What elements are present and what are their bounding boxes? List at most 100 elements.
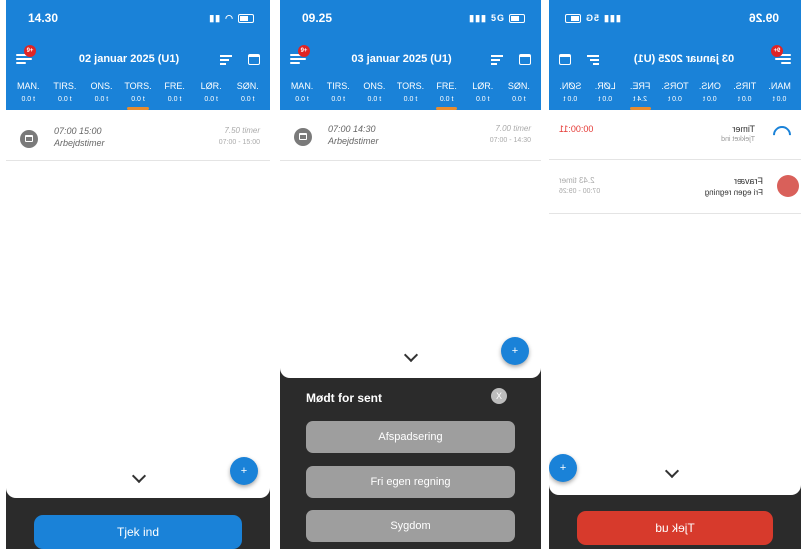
absence-type: Fri egen regning: [704, 188, 763, 197]
day-tab-sun[interactable]: SØN. 0.0 t: [229, 80, 266, 110]
day-tab-mon[interactable]: MAN. 0.0 t: [10, 80, 47, 110]
clock: 09.25: [302, 11, 333, 25]
absence-entry[interactable]: Fravær Fri egen regning 2.43 timer 07:00…: [549, 159, 801, 214]
calendar-entry-icon: [20, 130, 38, 148]
filter-icon[interactable]: [220, 54, 232, 65]
header: 09.26 ▮▮▮ 5G 9+ 03 januar 2025 (U1) MAN. 0…: [549, 0, 801, 110]
notification-badge: 9+: [24, 45, 36, 57]
day-tab-thu[interactable]: TORS. 0.0 t: [658, 80, 693, 110]
day-tab-fri[interactable]: FRE. 0.0 t: [156, 80, 193, 110]
status-icons: ▮▮▮ 5G: [565, 13, 621, 24]
entry-time: 07:00 15:00: [54, 126, 102, 136]
menu-icon[interactable]: 9+: [16, 45, 36, 66]
option-fri-egen-regning[interactable]: Fri egen regning: [306, 466, 515, 498]
check-out-button[interactable]: Tjek ud: [577, 511, 773, 545]
status-bar: 14.30 ▮▮ ◠: [28, 10, 254, 26]
phone-screen-3: 09.26 ▮▮▮ 5G 9+ 03 januar 2025 (U1) MAN. 0…: [549, 0, 801, 549]
network-label: 5G: [585, 13, 600, 23]
date-title[interactable]: 02 januar 2025 (U1): [38, 53, 220, 65]
shift-entry[interactable]: 07:00 15:00 Arbejdstimer 7.50 timer 07:0…: [6, 114, 270, 161]
wifi-icon: ◠: [225, 12, 234, 23]
absence-label: Fravær: [734, 176, 763, 186]
week-day-tabs: MAN. 0.0 t TIRS. 0.0 t ONS. 0.0 t TORS. 0.0 …: [553, 80, 797, 110]
timer-icon: [769, 122, 795, 148]
mirrored-view: 09.26 ▮▮▮ 5G 9+ 03 januar 2025 (U1) MAN. 0…: [549, 0, 801, 549]
clock: 14.30: [28, 11, 59, 25]
day-tab-sat[interactable]: LØR. 0.0 t: [193, 80, 230, 110]
app-screen: 09.25 ▮▮▮ 5G 9+ 03 januar 2025 (U1) MAN. 0…: [280, 0, 541, 378]
day-tab-tue[interactable]: TIRS. 0.0 t: [47, 80, 84, 110]
day-tab-thu[interactable]: TORS. 0.0 t: [392, 80, 428, 110]
day-tab-tue[interactable]: TIRS. 0.0 t: [320, 80, 356, 110]
day-tab-wed[interactable]: ONS. 0.0 t: [356, 80, 392, 110]
entry-hours: 7.50 timer: [224, 126, 260, 135]
header-row: 9+ 02 januar 2025 (U1): [16, 45, 260, 70]
day-tab-sun[interactable]: SØN. 0.0 t: [501, 80, 537, 110]
date-title[interactable]: 03 januar 2025 (U1): [312, 53, 491, 65]
battery-icon: [509, 13, 525, 23]
status-bar: 09.25 ▮▮▮ 5G: [302, 10, 525, 26]
entry-range: 07:00 - 14:30: [489, 137, 531, 144]
day-tab-sat[interactable]: LØR. 0.0 t: [465, 80, 501, 110]
absence-icon: [777, 175, 799, 197]
absence-range: 07:00 - 09:26: [559, 188, 601, 195]
day-tab-mon[interactable]: MAN. 0.0 t: [284, 80, 320, 110]
status-bar: 09.26 ▮▮▮ 5G: [565, 10, 779, 26]
calendar-icon[interactable]: [519, 53, 531, 65]
signal-icon: ▮▮▮: [469, 12, 487, 23]
chevron-down-icon[interactable]: [131, 468, 147, 484]
day-tab-mon[interactable]: MAN. 0.0 t: [762, 80, 797, 110]
day-tab-fri[interactable]: FRE. 2.4 t: [623, 80, 658, 110]
header-row: 9+ 03 januar 2025 (U1): [290, 45, 531, 70]
option-sygdom[interactable]: Sygdom: [306, 510, 515, 542]
day-tab-sun[interactable]: SØN. 0.0 t: [553, 80, 588, 110]
entry-type: Arbejdstimer: [54, 138, 105, 148]
timer-entry[interactable]: Timer Tjekket ind 00:00:11: [549, 112, 801, 160]
battery-icon: [238, 13, 254, 23]
add-button[interactable]: +: [230, 457, 258, 485]
day-tab-wed[interactable]: ONS. 0.0 t: [83, 80, 120, 110]
shift-entry[interactable]: 07:00 14:30 Arbejdstimer 7.00 timer 07:0…: [280, 112, 541, 161]
filter-icon[interactable]: [491, 54, 503, 65]
signal-icon: ▮▮▮: [603, 12, 621, 23]
phone-screen-2: 09.25 ▮▮▮ 5G 9+ 03 januar 2025 (U1) MAN. 0…: [280, 0, 541, 549]
day-tab-fri[interactable]: FRE. 0.0 t: [429, 80, 465, 110]
battery-icon: [565, 13, 581, 23]
phone-screen-1: 14.30 ▮▮ ◠ 9+ 02 januar 2025 (U1) MAN. 0.0…: [6, 0, 270, 549]
chevron-down-icon[interactable]: [403, 347, 419, 363]
check-in-button[interactable]: Tjek ind: [34, 515, 242, 549]
option-afspadsering[interactable]: Afspadsering: [306, 421, 515, 453]
header: 09.25 ▮▮▮ 5G 9+ 03 januar 2025 (U1) MAN. 0…: [280, 0, 541, 110]
day-tab-thu[interactable]: TORS. 0.0 t: [120, 80, 157, 110]
week-day-tabs: MAN. 0.0 t TIRS. 0.0 t ONS. 0.0 t TORS. 0.0 …: [10, 80, 266, 110]
timer-status: Tjekket ind: [721, 136, 755, 143]
calendar-icon[interactable]: [248, 53, 260, 65]
calendar-entry-icon: [294, 128, 312, 146]
entry-time: 07:00 14:30: [328, 124, 376, 134]
add-button[interactable]: +: [549, 454, 577, 482]
entry-hours: 7.00 timer: [495, 124, 531, 133]
date-title[interactable]: 03 januar 2025 (U1): [599, 53, 769, 65]
signal-icon: ▮▮: [209, 12, 222, 23]
chevron-down-icon[interactable]: [664, 463, 680, 479]
day-tab-wed[interactable]: ONS. 0.0 t: [692, 80, 727, 110]
close-icon[interactable]: X: [491, 388, 507, 404]
notification-badge: 9+: [771, 45, 783, 57]
late-arrival-sheet: Mødt for sent X Afspadsering Fri egen re…: [280, 378, 541, 549]
absence-hours: 2.43 timer: [559, 176, 595, 185]
header: 14.30 ▮▮ ◠ 9+ 02 januar 2025 (U1) MAN. 0.0…: [6, 0, 270, 110]
app-screen: 14.30 ▮▮ ◠ 9+ 02 januar 2025 (U1) MAN. 0.0…: [6, 0, 270, 498]
add-button[interactable]: +: [501, 337, 529, 365]
week-day-tabs: MAN. 0.0 t TIRS. 0.0 t ONS. 0.0 t TORS. 0.0 …: [284, 80, 537, 110]
filter-icon[interactable]: [587, 54, 599, 65]
day-tab-tue[interactable]: TIRS. 0.0 t: [727, 80, 762, 110]
sheet-title: Mødt for sent: [306, 391, 382, 405]
notification-badge: 9+: [298, 45, 310, 57]
menu-icon[interactable]: 9+: [290, 45, 310, 66]
day-tab-sat[interactable]: LØR. 0.0 t: [588, 80, 623, 110]
menu-icon[interactable]: 9+: [771, 45, 791, 66]
status-icons: ▮▮ ◠: [209, 13, 254, 24]
entry-range: 07:00 - 15:00: [218, 139, 260, 146]
calendar-icon[interactable]: [559, 53, 571, 65]
entry-type: Arbejdstimer: [328, 136, 379, 146]
